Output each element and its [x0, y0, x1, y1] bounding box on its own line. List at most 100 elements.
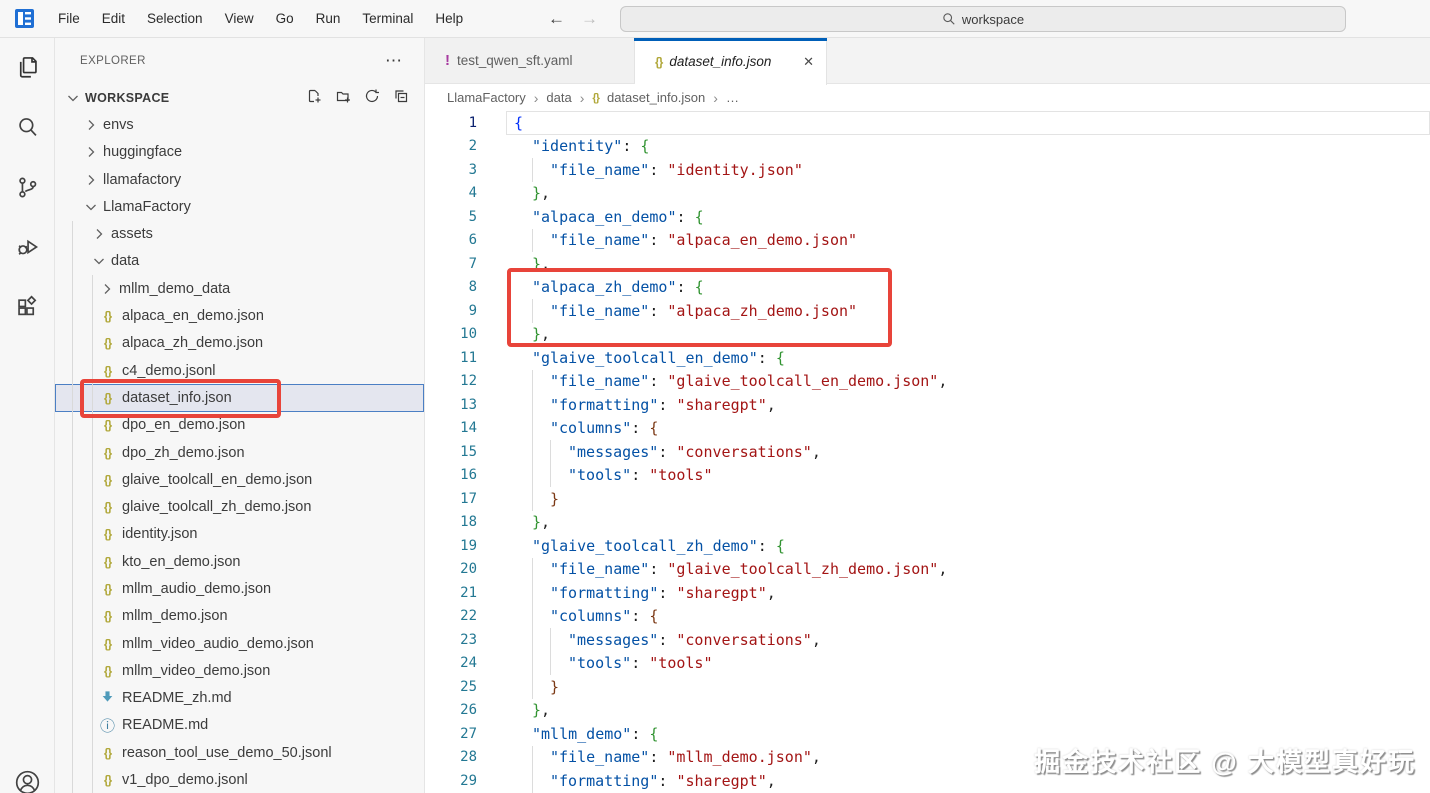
menu-edit[interactable]: Edit	[91, 0, 136, 38]
tree-item-glaive-toolcall-en-demo-json[interactable]: {}glaive_toolcall_en_demo.json	[55, 466, 424, 493]
indent-guide	[532, 487, 533, 511]
command-center-search[interactable]: workspace	[620, 6, 1346, 32]
refresh-icon[interactable]	[364, 88, 380, 107]
code-line-19[interactable]: 19"glaive_toolcall_zh_demo": {	[425, 534, 1430, 558]
code-line-2[interactable]: 2"identity": {	[425, 135, 1430, 159]
tree-item-mllm-demo-data[interactable]: mllm_demo_data	[55, 275, 424, 302]
tree-item-huggingface[interactable]: huggingface	[55, 139, 424, 166]
code-line-23[interactable]: 23"messages": "conversations",	[425, 628, 1430, 652]
code-text: }	[514, 490, 559, 508]
code-line-25[interactable]: 25}	[425, 675, 1430, 699]
search-sidebar-icon[interactable]	[14, 114, 41, 141]
menu-selection[interactable]: Selection	[136, 0, 214, 38]
tree-item-kto-en-demo-json[interactable]: {}kto_en_demo.json	[55, 548, 424, 575]
indent-guide	[532, 393, 533, 417]
json-file-icon: {}	[99, 746, 116, 760]
chevron-right-icon: ›	[580, 90, 585, 106]
tree-item-alpaca-zh-demo-json[interactable]: {}alpaca_zh_demo.json	[55, 330, 424, 357]
code-line-22[interactable]: 22"columns": {	[425, 605, 1430, 629]
tree-item-identity-json[interactable]: {}identity.json	[55, 521, 424, 548]
tree-item-dpo-zh-demo-json[interactable]: {}dpo_zh_demo.json	[55, 439, 424, 466]
breadcrumb-item-data[interactable]: data	[546, 90, 571, 105]
explorer-icon[interactable]	[14, 54, 41, 81]
tree-item-llamafactory[interactable]: LlamaFactory	[55, 193, 424, 220]
menu-run[interactable]: Run	[305, 0, 352, 38]
tree-item-llamafactory[interactable]: llamafactory	[55, 166, 424, 193]
json-file-icon: {}	[99, 773, 116, 787]
menu-help[interactable]: Help	[424, 0, 474, 38]
new-file-icon[interactable]	[306, 88, 322, 107]
code-line-11[interactable]: 11"glaive_toolcall_en_demo": {	[425, 346, 1430, 370]
line-number: 22	[425, 608, 477, 624]
code-line-24[interactable]: 24"tools": "tools"	[425, 652, 1430, 676]
tree-item-mllm-video-demo-json[interactable]: {}mllm_video_demo.json	[55, 657, 424, 684]
code-line-21[interactable]: 21"formatting": "sharegpt",	[425, 581, 1430, 605]
tree-item-mllm-video-audio-demo-json[interactable]: {}mllm_video_audio_demo.json	[55, 630, 424, 657]
json-file-icon: {}	[99, 364, 116, 378]
tree-item-label: llamafactory	[103, 172, 181, 188]
breadcrumb-symbol-ellipsis[interactable]: …	[726, 90, 739, 105]
tree-item-label: mllm_audio_demo.json	[122, 581, 271, 597]
tree-item-label: reason_tool_use_demo_50.jsonl	[122, 745, 332, 761]
code-line-4[interactable]: 4},	[425, 182, 1430, 206]
code-line-16[interactable]: 16"tools": "tools"	[425, 464, 1430, 488]
tree-item-label: assets	[111, 226, 153, 242]
json-file-icon: {}	[99, 418, 116, 432]
breadcrumb: LlamaFactory › data › {} dataset_info.js…	[425, 84, 1430, 111]
tab-test-qwen-sft-yaml[interactable]: ! test_qwen_sft.yaml	[425, 38, 635, 83]
code-editor[interactable]: 1{2"identity": {3"file_name": "identity.…	[425, 111, 1430, 793]
breadcrumb-item-llamafactory[interactable]: LlamaFactory	[447, 90, 526, 105]
code-line-13[interactable]: 13"formatting": "sharegpt",	[425, 393, 1430, 417]
tree-section-workspace[interactable]: WORKSPACE	[55, 84, 424, 111]
breadcrumb-item-dataset-info-json[interactable]: dataset_info.json	[607, 90, 705, 105]
chevron-right-icon: ›	[534, 90, 539, 106]
line-number: 10	[425, 326, 477, 342]
tree-item-alpaca-en-demo-json[interactable]: {}alpaca_en_demo.json	[55, 302, 424, 329]
code-line-12[interactable]: 12"file_name": "glaive_toolcall_en_demo.…	[425, 370, 1430, 394]
menu-view[interactable]: View	[214, 0, 265, 38]
code-line-15[interactable]: 15"messages": "conversations",	[425, 440, 1430, 464]
menu-file[interactable]: File	[47, 0, 91, 38]
collapse-all-icon[interactable]	[393, 88, 409, 107]
code-line-5[interactable]: 5"alpaca_en_demo": {	[425, 205, 1430, 229]
line-number: 17	[425, 491, 477, 507]
explorer-more-actions-icon[interactable]: ⋯	[385, 51, 402, 71]
tree-item-glaive-toolcall-zh-demo-json[interactable]: {}glaive_toolcall_zh_demo.json	[55, 493, 424, 520]
code-line-6[interactable]: 6"file_name": "alpaca_en_demo.json"	[425, 229, 1430, 253]
code-line-3[interactable]: 3"file_name": "identity.json"	[425, 158, 1430, 182]
tree-item-mllm-demo-json[interactable]: {}mllm_demo.json	[55, 603, 424, 630]
code-line-18[interactable]: 18},	[425, 511, 1430, 535]
source-control-icon[interactable]	[14, 174, 41, 201]
tree-item-v1-dpo-demo-jsonl[interactable]: {}v1_dpo_demo.jsonl	[55, 766, 424, 793]
tree-item-reason-tool-use-demo-50-jsonl[interactable]: {} reason_tool_use_demo_50.jsonl	[55, 739, 424, 766]
chevron-right-icon	[83, 144, 99, 160]
line-number: 3	[425, 162, 477, 178]
line-number: 18	[425, 514, 477, 530]
code-line-17[interactable]: 17}	[425, 487, 1430, 511]
tree-item-data[interactable]: data	[55, 248, 424, 275]
tree-item-readme-zh-md[interactable]: README_zh.md	[55, 685, 424, 712]
chevron-right-icon	[83, 172, 99, 188]
tree-item-envs[interactable]: envs	[55, 111, 424, 138]
menu-go[interactable]: Go	[265, 0, 305, 38]
tree-item-readme-md[interactable]: ⓘREADME.md	[55, 712, 424, 739]
menu-bar: FileEditSelectionViewGoRunTerminalHelp	[47, 0, 474, 38]
line-number: 19	[425, 538, 477, 554]
info-file-icon: ⓘ	[99, 715, 116, 736]
code-line-1[interactable]: 1{	[425, 111, 1430, 135]
code-line-26[interactable]: 26},	[425, 699, 1430, 723]
code-line-14[interactable]: 14"columns": {	[425, 417, 1430, 441]
menu-terminal[interactable]: Terminal	[351, 0, 424, 38]
tab-dataset-info-json[interactable]: {} dataset_info.json ✕	[635, 38, 827, 85]
extensions-icon[interactable]	[14, 294, 41, 321]
code-text: "file_name": "alpaca_en_demo.json"	[514, 231, 857, 249]
navigate-back-icon[interactable]: ←	[548, 9, 565, 29]
account-icon[interactable]	[14, 769, 41, 793]
close-tab-icon[interactable]: ✕	[793, 54, 814, 70]
code-line-20[interactable]: 20"file_name": "glaive_toolcall_zh_demo.…	[425, 558, 1430, 582]
tree-item-assets[interactable]: assets	[55, 220, 424, 247]
new-folder-icon[interactable]	[335, 88, 351, 107]
tree-item-label: data	[111, 253, 139, 269]
run-debug-icon[interactable]	[14, 234, 41, 261]
tree-item-mllm-audio-demo-json[interactable]: {}mllm_audio_demo.json	[55, 575, 424, 602]
